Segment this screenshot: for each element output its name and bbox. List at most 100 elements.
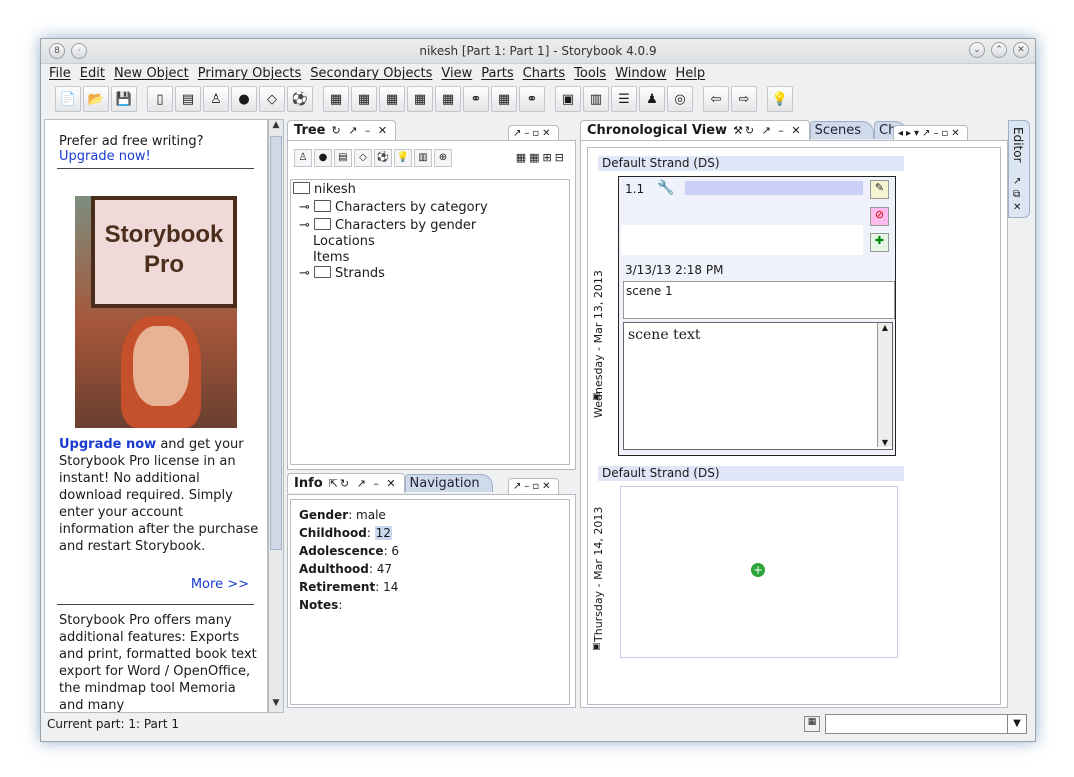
blank-page-icon[interactable]: ▯ [147,86,173,112]
tree-tab-label: Tree [294,123,326,138]
upgrade-now-link[interactable]: Upgrade now [59,437,156,452]
tab-info[interactable]: Info ⇱↻ ↗ – ✕ [287,473,405,493]
tab-navigation[interactable]: Navigation [404,474,493,492]
wrench-icon[interactable]: 🔧 [657,180,674,196]
memory-icon[interactable]: ♟ [639,86,665,112]
filter-idea-icon[interactable]: 💡 [394,149,412,167]
status-bar: Current part: 1: Part 1 ▦ ▼ [41,713,1035,739]
tab-tree[interactable]: Tree ↻ ↗ – ✕ [287,120,397,140]
ball-icon[interactable]: ⚽ [287,86,313,112]
minimize-button[interactable]: ⌄ [969,42,985,58]
promo-scrollbar[interactable]: ▲ ▼ [268,119,284,713]
scene-number: 1.1 [625,182,645,196]
menu-tools[interactable]: Tools [572,64,613,84]
table-characters-icon[interactable]: ▦ [379,86,405,112]
edit-scene-icon[interactable]: ✎ [870,180,889,199]
maximize-button[interactable]: ⌃ [991,42,1007,58]
menu-window[interactable]: Window [613,64,673,84]
sign-text-2: Pro [143,251,184,278]
chrono-tab-controls[interactable]: ⚒↻ ↗ – ✕ [733,124,803,137]
chrono-panel: Default Strand (DS) Wednesday - Mar 13, … [580,140,1008,708]
scene-text: scene text [628,327,701,343]
tree-panel: ♙ ● ▤ ◇ ⚽ 💡 ▥ ⊕ ▦▦⊞⊟ nikesh ⊸ Characters… [287,140,576,470]
idea-bulb-icon[interactable]: 💡 [767,86,793,112]
info-adulthood: Adulthood: 47 [299,562,393,576]
tree-node-strands[interactable]: ⊸ Strands [299,266,385,281]
delete-scene-icon[interactable]: ⊘ [870,207,889,226]
upgrade-link[interactable]: Upgrade now! [59,148,259,165]
scene-card: 1.1 🔧 ✎ ⊘ ✚ 3/13/13 2:18 PM scene 1 scen… [618,176,896,456]
menu-parts[interactable]: Parts [479,64,520,84]
tree-expand-controls[interactable]: ▦▦⊞⊟ [516,151,567,164]
chrono-tab-label: Chronological View [587,123,728,138]
info-adolescence: Adolescence: 6 [299,544,400,558]
table-scenes-icon[interactable]: ▦ [351,86,377,112]
menu-charts[interactable]: Charts [521,64,573,84]
book-icon[interactable]: ▥ [583,86,609,112]
forward-arrow-icon[interactable]: ⇨ [731,86,757,112]
tree-tab-controls[interactable]: ↻ ↗ – ✕ [331,124,389,137]
pro-features-text: Storybook Pro offers many additional fea… [59,613,257,713]
part-selector[interactable]: ▼ [825,714,1027,734]
tree-node-items[interactable]: Items [313,250,349,265]
navigation-tab-label: Navigation [409,476,480,491]
editor-label: Editor [1011,127,1025,163]
info-gender: Gender: male [299,508,386,522]
editor-side-tab[interactable]: Editor ↗ ⧉ ✕ [1008,120,1030,218]
tree-node-characters-by-gender[interactable]: ⊸ Characters by gender [299,218,476,233]
info-tab-controls[interactable]: ⇱↻ ↗ – ✕ [329,477,398,490]
menu-primary-objects[interactable]: Primary Objects [196,64,308,84]
tree-node-locations[interactable]: Locations [313,234,375,249]
globe-icon[interactable]: ● [231,86,257,112]
filter-location-icon[interactable]: ● [314,149,332,167]
filter-strand-icon[interactable]: ▥ [414,149,432,167]
new-scene-icon[interactable]: ✚ [870,233,889,252]
more-link[interactable]: More >> [59,576,249,593]
list-icon[interactable]: ☰ [611,86,637,112]
chevron-down-icon[interactable]: ▼ [1007,715,1026,733]
editor-controls[interactable]: ↗ ⧉ ✕ [1013,175,1021,214]
menu-view[interactable]: View [439,64,479,84]
scene-text-area[interactable]: scene text ▲ ▼ [623,322,893,450]
table-links-icon[interactable]: ⚭ [463,86,489,112]
links-icon[interactable]: ⚭ [519,86,545,112]
info-panel: Gender: male Childhood: 12 Adolescence: … [287,494,576,708]
menu-file[interactable]: File [47,64,78,84]
scene-text-scrollbar[interactable]: ▲ ▼ [877,323,892,447]
table-chapters-icon[interactable]: ▦ [323,86,349,112]
menu-edit[interactable]: Edit [78,64,112,84]
layout-icon[interactable]: ▦ [804,716,820,732]
filter-item-icon[interactable]: ⚽ [374,149,392,167]
scene-color-bar [685,181,863,195]
table-locations-icon[interactable]: ▦ [407,86,433,112]
filter-character-icon[interactable]: ♙ [294,149,312,167]
tree-root[interactable]: nikesh [293,182,356,197]
calendar-icon[interactable]: ▣ [555,86,581,112]
save-icon[interactable]: 💾 [111,86,137,112]
document-icon[interactable]: ▤ [175,86,201,112]
new-file-icon[interactable]: 📄 [55,86,81,112]
filter-all-icon[interactable]: ⊕ [434,149,452,167]
filter-scene-icon[interactable]: ▤ [334,149,352,167]
info-retirement: Retirement: 14 [299,580,399,594]
calendar-small-icon-1[interactable]: ▣ [592,392,601,402]
tag-icon[interactable]: ◇ [259,86,285,112]
scene-title-field[interactable]: scene 1 [623,281,895,319]
close-button[interactable]: ✕ [1013,42,1029,58]
spiral-icon[interactable]: ◎ [667,86,693,112]
info-tab-label: Info [294,476,323,491]
add-scene-icon[interactable]: + [751,563,765,577]
tab-chronological-view[interactable]: Chronological View ⚒↻ ↗ – ✕ [580,120,810,140]
tree-node-characters-by-category[interactable]: ⊸ Characters by category [299,200,488,215]
calendar-small-icon-2[interactable]: ▣ [592,642,601,652]
menu-secondary-objects[interactable]: Secondary Objects [308,64,439,84]
character-icon[interactable]: ♙ [203,86,229,112]
menu-new-object[interactable]: New Object [112,64,196,84]
tab-scenes[interactable]: Scenes [809,121,874,139]
back-arrow-icon[interactable]: ⇦ [703,86,729,112]
filter-tag-icon[interactable]: ◇ [354,149,372,167]
table-items-icon[interactable]: ▦ [491,86,517,112]
open-folder-icon[interactable]: 📂 [83,86,109,112]
menu-help[interactable]: Help [673,64,712,84]
table-tags-icon[interactable]: ▦ [435,86,461,112]
